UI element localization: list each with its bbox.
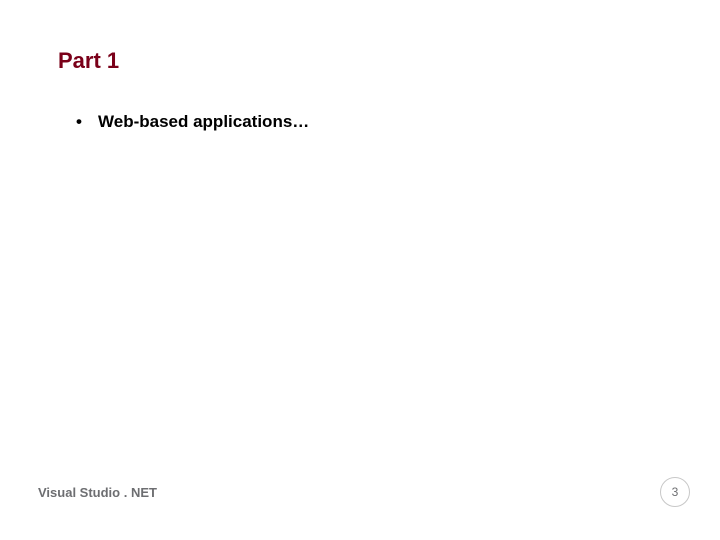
footer-label: Visual Studio . NET [38, 485, 157, 500]
bullet-list: Web-based applications… [58, 112, 662, 132]
page-number-badge: 3 [660, 477, 690, 507]
slide-footer: Visual Studio . NET 3 [0, 474, 720, 510]
slide-title: Part 1 [58, 48, 662, 74]
bullet-item: Web-based applications… [76, 112, 662, 132]
slide-container: Part 1 Web-based applications… Visual St… [0, 0, 720, 540]
